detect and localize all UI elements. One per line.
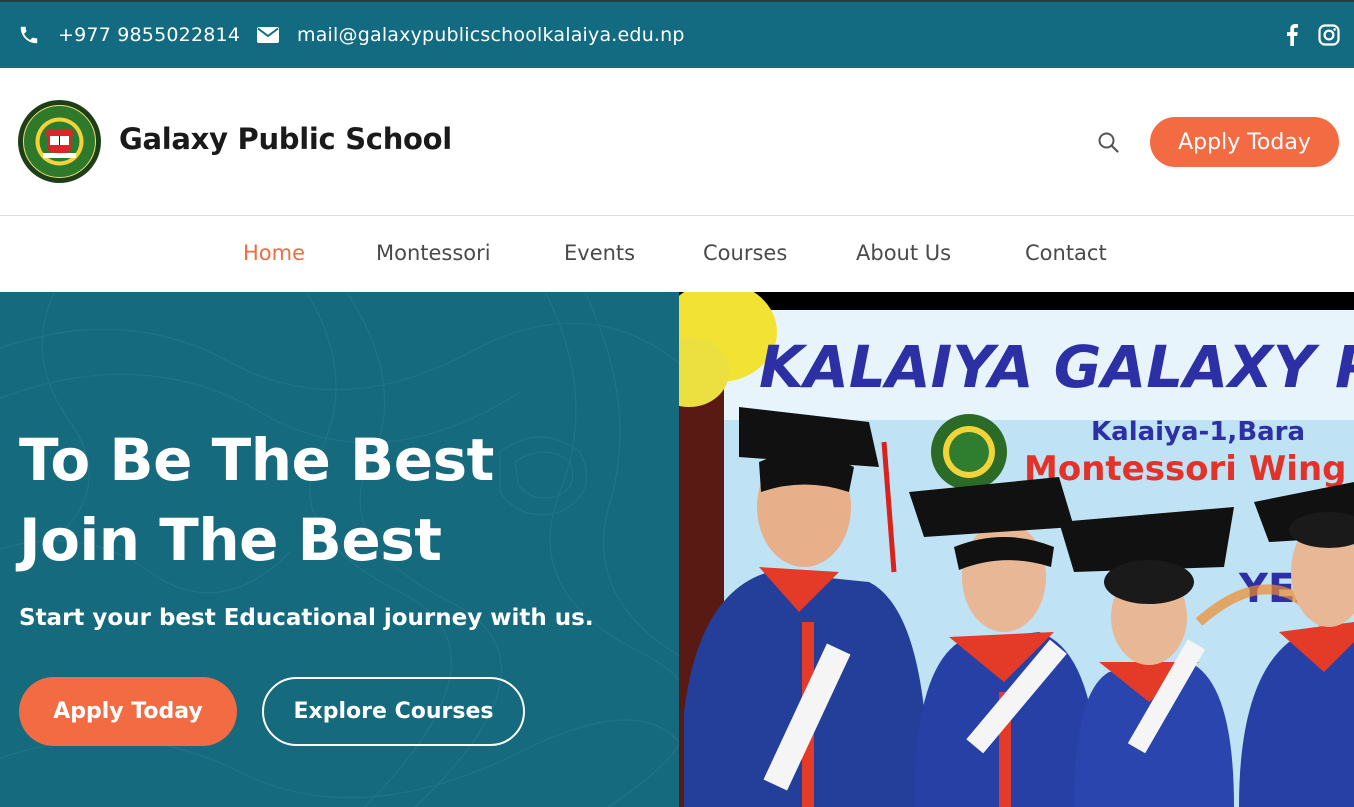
site-name[interactable]: Galaxy Public School xyxy=(119,122,452,156)
graduation-photo: KALAIYA GALAXY PUBLIC Kalaiya-1,Bara Mon… xyxy=(679,292,1354,807)
mail-icon xyxy=(257,27,279,43)
search-icon[interactable] xyxy=(1098,132,1119,157)
nav-item-contact[interactable]: Contact xyxy=(1025,241,1107,265)
banner-location: Kalaiya-1,Bara xyxy=(1091,417,1305,447)
hero-headline-line2: Join The Best xyxy=(19,506,442,574)
hero-apply-today-button[interactable]: Apply Today xyxy=(19,677,237,746)
hero-headline-line1: To Be The Best xyxy=(19,426,494,494)
apply-today-button[interactable]: Apply Today xyxy=(1150,117,1339,167)
hero-headline: To Be The Best Join The Best xyxy=(19,420,494,580)
nav-item-events[interactable]: Events xyxy=(564,241,635,265)
facebook-icon[interactable] xyxy=(1286,24,1298,46)
phone-number[interactable]: +977 9855022814 xyxy=(58,24,240,46)
phone-icon xyxy=(18,24,40,46)
hero-subheading: Start your best Educational journey with… xyxy=(19,605,594,631)
banner-title: KALAIYA GALAXY PUBLIC xyxy=(759,333,1354,401)
explore-courses-button[interactable]: Explore Courses xyxy=(262,677,525,746)
phone-contact[interactable]: +977 9855022814 xyxy=(18,24,240,46)
top-contact-bar: +977 9855022814 mail@galaxypublicschoolk… xyxy=(0,0,1354,68)
social-links xyxy=(1286,24,1340,46)
hero-section: To Be The Best Join The Best Start your … xyxy=(0,292,679,807)
email-contact[interactable]: mail@galaxypublicschoolkalaiya.edu.np xyxy=(257,24,685,46)
school-logo[interactable] xyxy=(18,100,101,183)
nav-item-courses[interactable]: Courses xyxy=(703,241,787,265)
main-navigation: Home Montessori Events Courses About Us … xyxy=(0,217,1354,292)
nav-item-about-us[interactable]: About Us xyxy=(856,241,951,265)
email-address[interactable]: mail@galaxypublicschoolkalaiya.edu.np xyxy=(297,24,685,46)
instagram-icon[interactable] xyxy=(1318,24,1340,46)
site-header: Galaxy Public School Apply Today xyxy=(0,68,1354,216)
hero-photo: KALAIYA GALAXY PUBLIC Kalaiya-1,Bara Mon… xyxy=(679,292,1354,807)
nav-item-montessori[interactable]: Montessori xyxy=(376,241,491,265)
banner-wing: Montessori Wing xyxy=(1024,449,1347,489)
nav-item-home[interactable]: Home xyxy=(243,241,305,265)
